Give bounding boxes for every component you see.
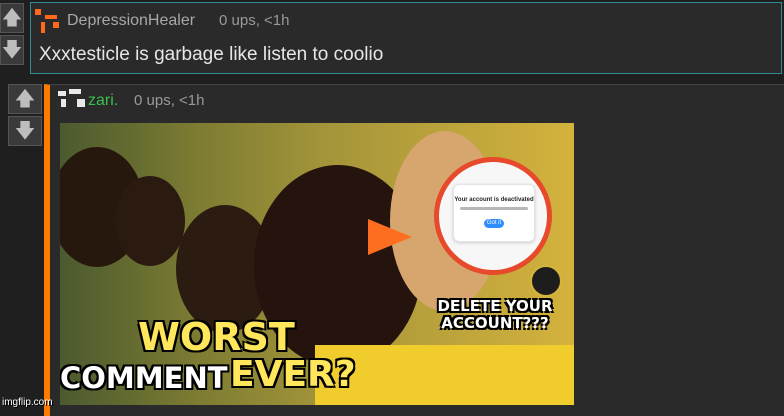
- comment1-username[interactable]: DepressionHealer: [67, 12, 195, 30]
- imgflip-watermark: imgflip.com: [2, 397, 53, 408]
- highlight-circle: Your account is deactivated Got it: [434, 157, 552, 275]
- comment1-downvote-button[interactable]: 🡇: [0, 35, 24, 65]
- comment2-upvote-button[interactable]: 🡅: [8, 84, 42, 114]
- comment1: DepressionHealer 0 ups, <1h Xxxtesticle …: [30, 2, 782, 74]
- comment2-username[interactable]: zari.: [88, 92, 118, 110]
- deactivated-popup: Your account is deactivated Got it: [453, 184, 535, 242]
- delete-account-caption: DELETE YOUR ACCOUNT???: [437, 297, 553, 332]
- arrow-right-icon: [368, 219, 412, 255]
- comment1-text: Xxxtesticle is garbage like listen to co…: [39, 44, 384, 65]
- comment1-vote-controls: 🡅 🡇: [0, 3, 24, 65]
- comment1-meta: 0 ups, <1h: [219, 12, 290, 29]
- user-avatar-icon: [58, 89, 86, 109]
- ever-caption: EVER?: [230, 354, 356, 395]
- comment1-upvote-button[interactable]: 🡅: [0, 3, 24, 33]
- meme-image[interactable]: Your account is deactivated Got it DELET…: [60, 123, 574, 405]
- comment2-meta: 0 ups, <1h: [134, 92, 205, 109]
- badge-icon: [530, 265, 562, 297]
- comment-caption: COMMENT: [60, 361, 228, 395]
- worst-caption: WORST: [138, 315, 295, 359]
- crowd-face: [115, 176, 185, 266]
- popup-button: Got it: [484, 219, 504, 228]
- user-avatar-icon: [35, 9, 59, 33]
- comment2-downvote-button[interactable]: 🡇: [8, 116, 42, 146]
- comment2-vote-controls: 🡅 🡇: [8, 84, 42, 146]
- popup-title: Your account is deactivated: [454, 197, 534, 203]
- comment2: zari. 0 ups, <1h Your account is deactiv…: [44, 84, 784, 416]
- popup-subtext: [460, 207, 528, 210]
